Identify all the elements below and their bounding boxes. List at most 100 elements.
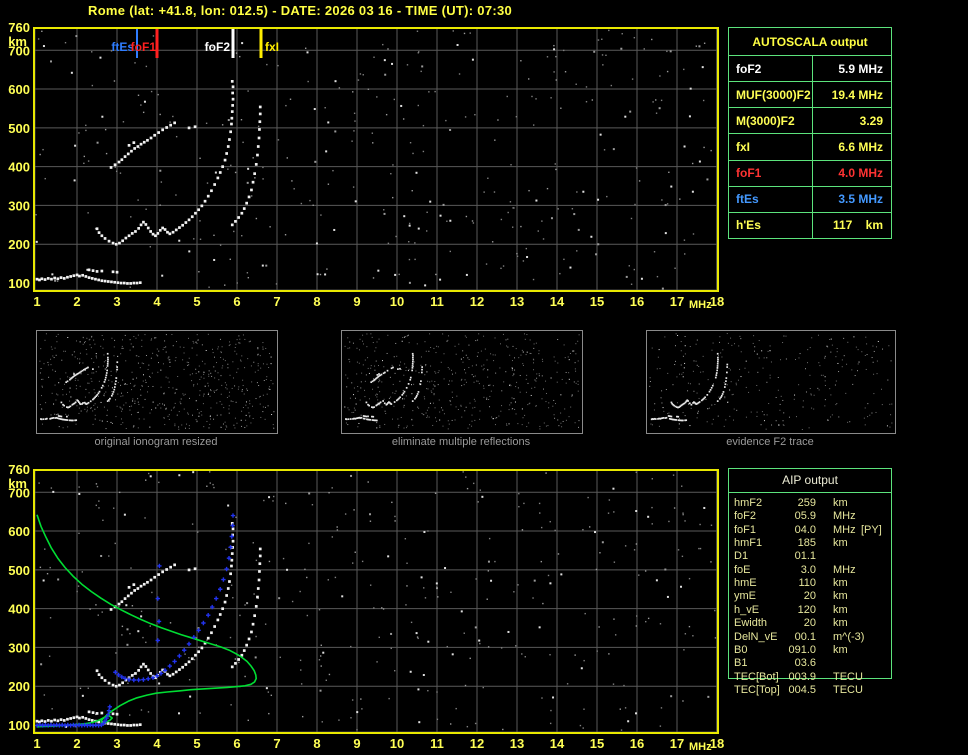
- svg-text:600: 600: [8, 524, 30, 539]
- thumbnail-original-ionogram: [36, 330, 278, 434]
- parameter-label: foF1: [729, 160, 813, 186]
- svg-text:9: 9: [353, 736, 360, 751]
- aip-table-row: B0 091.0 km: [728, 644, 892, 657]
- parameter-value: MHz: [833, 523, 856, 536]
- parameter-label: fxI: [729, 134, 813, 160]
- svg-text:4: 4: [153, 294, 161, 309]
- svg-text:14: 14: [550, 736, 565, 751]
- parameter-label: ymE: [734, 590, 756, 603]
- parameter-value: km: [833, 577, 848, 590]
- parameter-value: km: [833, 643, 848, 656]
- svg-text:10: 10: [390, 294, 404, 309]
- parameter-value: km: [833, 590, 848, 603]
- svg-text:16: 16: [630, 736, 644, 751]
- aip-table-row: B1 03.6: [728, 657, 892, 670]
- svg-text:600: 600: [8, 82, 30, 97]
- svg-text:760: 760: [8, 462, 30, 477]
- svg-text:1: 1: [33, 294, 40, 309]
- thumbnail-eliminate-multiples: [341, 330, 583, 434]
- svg-text:MHz: MHz: [689, 741, 712, 753]
- svg-text:4: 4: [153, 736, 161, 751]
- svg-text:6: 6: [233, 294, 240, 309]
- svg-text:200: 200: [8, 679, 30, 694]
- parameter-value: 185: [797, 537, 816, 550]
- parameter-value: km: [833, 617, 848, 630]
- parameter-value: 04.0: [794, 523, 816, 536]
- svg-text:18: 18: [710, 294, 724, 309]
- parameter-label: B1: [734, 657, 748, 670]
- parameter-value: 3.5 MHz: [838, 192, 883, 207]
- svg-text:15: 15: [590, 736, 604, 751]
- profile-ionogram-plot: 760700600500400300200100km1 2 3 4 5 6 7 8 9 10 11 1…: [8, 462, 724, 753]
- svg-text:2: 2: [73, 294, 80, 309]
- svg-text:fxI: fxI: [265, 40, 279, 54]
- parameter-label: h_vE: [734, 603, 760, 616]
- svg-text:foF1: foF1: [131, 40, 157, 54]
- parameter-label: B0: [734, 643, 748, 656]
- parameter-value: TECU: [833, 670, 863, 683]
- parameter-value: 091.0: [788, 643, 816, 656]
- aip-table-row: hmE 110 km: [728, 577, 892, 590]
- parameter-value: 004.5: [788, 683, 816, 696]
- svg-text:200: 200: [8, 237, 30, 252]
- svg-text:3: 3: [113, 294, 120, 309]
- parameter-value: 03.6: [794, 657, 816, 670]
- parameter-value: 3.0: [800, 563, 816, 576]
- svg-text:16: 16: [630, 294, 644, 309]
- thumbnail-f2-evidence: [646, 330, 896, 434]
- svg-text:11: 11: [430, 294, 444, 309]
- thumbnail-caption: original ionogram resized: [94, 436, 218, 448]
- parameter-label: ftEs: [729, 186, 813, 212]
- parameter-value: 01.1: [794, 550, 816, 563]
- autoscala-table-row: M(3000)F2 3.29: [729, 108, 891, 135]
- svg-text:6: 6: [233, 736, 240, 751]
- svg-text:5: 5: [193, 294, 200, 309]
- svg-text:100: 100: [8, 718, 30, 733]
- aip-table-row: TEC[Top] 004.5 TECU: [728, 684, 892, 697]
- svg-text:km: km: [8, 34, 27, 49]
- parameter-value: 259: [797, 497, 816, 509]
- autoscala-table-row: foF2 5.9 MHz: [729, 56, 891, 83]
- autoscala-table-row: foF1 4.0 MHz: [729, 160, 891, 187]
- autoscala-window: Rome (lat: +41.8, lon: 012.5) - DATE: 20…: [0, 0, 968, 755]
- thumbnail-caption: eliminate multiple reflections: [391, 436, 531, 448]
- svg-text:18: 18: [710, 736, 724, 751]
- aip-table-title: AIP output: [728, 468, 892, 493]
- parameter-value: km: [833, 497, 848, 509]
- svg-text:500: 500: [8, 121, 30, 136]
- parameter-label: MUF(3000)F2: [729, 82, 813, 108]
- aip-table-row: foE 3.0 MHz: [728, 564, 892, 577]
- parameter-value: m^(-3): [833, 630, 865, 643]
- parameter-value: 19.4 MHz: [831, 87, 883, 102]
- parameter-value: 003.9: [788, 670, 816, 683]
- aip-table-row: hmF2 259 km: [728, 497, 892, 510]
- parameter-label: foF1: [734, 523, 757, 536]
- svg-text:8: 8: [313, 736, 320, 751]
- svg-text:foF2: foF2: [205, 40, 231, 54]
- main-ionogram-plot: ftEsfoF1 foF2 fxI760700600500400300200100k…: [8, 20, 724, 311]
- parameter-label: hmF1: [734, 537, 763, 550]
- svg-text:13: 13: [510, 736, 524, 751]
- autoscala-table-row: fxI 6.6 MHz: [729, 134, 891, 161]
- parameter-value: 6.6 MHz: [838, 139, 883, 154]
- parameter-label: Ewidth: [734, 617, 768, 630]
- aip-table-row: TEC[Bot] 003.9 TECU: [728, 671, 892, 684]
- parameter-value: 20: [803, 617, 816, 630]
- svg-text:9: 9: [353, 294, 360, 309]
- svg-text:8: 8: [313, 294, 320, 309]
- svg-text:12: 12: [470, 294, 484, 309]
- autoscala-table-row: h'Es 117 km: [729, 212, 891, 238]
- aip-table-row: foF2 05.9 MHz: [728, 510, 892, 523]
- parameter-label: D1: [734, 550, 749, 563]
- parameter-value: MHz: [833, 563, 856, 576]
- svg-text:760: 760: [8, 20, 30, 35]
- svg-text:300: 300: [8, 640, 30, 655]
- svg-text:11: 11: [430, 736, 444, 751]
- parameter-label: hmF2: [734, 497, 763, 509]
- svg-text:2: 2: [73, 736, 80, 751]
- svg-text:3: 3: [113, 736, 120, 751]
- aip-table-row: DelN_vE 00.1 m^(-3): [728, 631, 892, 644]
- svg-text:500: 500: [8, 563, 30, 578]
- svg-text:7: 7: [273, 736, 280, 751]
- svg-text:12: 12: [470, 736, 484, 751]
